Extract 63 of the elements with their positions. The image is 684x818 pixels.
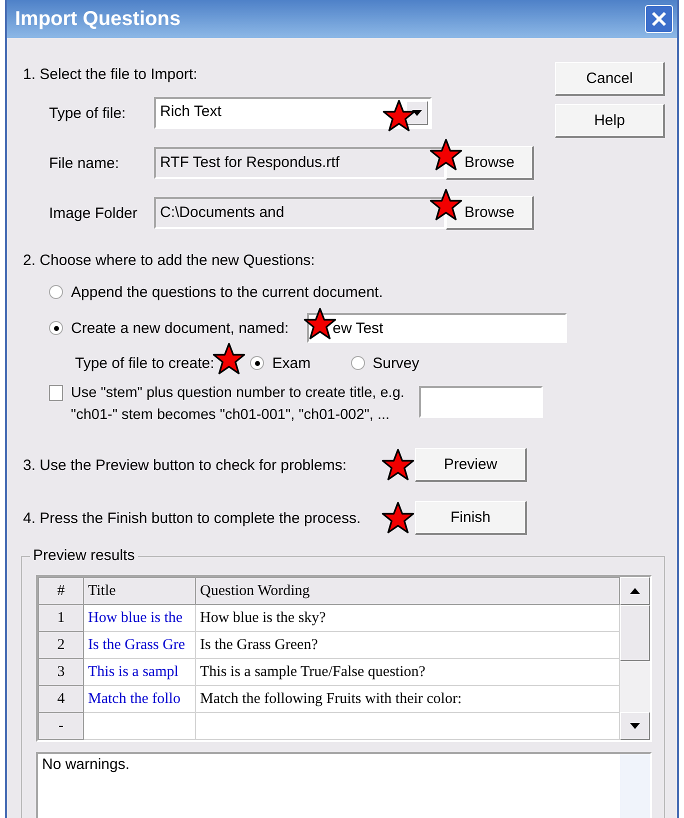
row-number: 2: [38, 632, 84, 658]
field-label: Type of file to create:: [75, 354, 214, 372]
table-cell: Is the Grass Green?: [196, 632, 620, 658]
file-name-field[interactable]: RTF Test for Respondus.rtf: [154, 147, 446, 179]
column-header[interactable]: #: [38, 578, 84, 604]
star-icon: [429, 188, 463, 222]
table-cell: This is a sample True/False question?: [196, 658, 620, 686]
step-heading: 2. Choose where to add the new Questions:: [23, 251, 316, 271]
browse-button[interactable]: Browse: [446, 146, 534, 180]
radio-button[interactable]: [49, 321, 63, 335]
radio-label: Survey: [372, 354, 420, 372]
table-cell: How blue is the sky?: [196, 604, 620, 632]
star-icon: [381, 501, 415, 535]
scroll-up-button[interactable]: [620, 577, 650, 605]
checkbox[interactable]: [49, 385, 63, 401]
scrollbar[interactable]: [620, 754, 650, 818]
dialog-button[interactable]: Cancel: [555, 62, 665, 96]
dialog-button[interactable]: Help: [555, 104, 665, 138]
field-label: Type of file:: [49, 104, 127, 122]
step-instruction: 3. Use the Preview button to check for problems:: [23, 456, 348, 474]
close-icon: [651, 11, 667, 27]
preview-button[interactable]: Preview: [415, 448, 527, 482]
radio-button[interactable]: [250, 356, 264, 370]
step-instruction: 4. Press the Finish button to complete the process.: [23, 510, 362, 526]
radio-label: Create a new document, named:: [71, 320, 289, 336]
checkbox-label: Use "stem" plus question number to create title, e.g. "ch01-" stem becomes "ch01-001", "ch01-002", ...: [70, 384, 405, 425]
star-icon: [381, 448, 415, 482]
dropdown-arrow-icon: [412, 110, 422, 116]
up-arrow-icon: [630, 588, 640, 594]
field-label: File name:: [49, 154, 120, 172]
table-cell: Match the follo: [84, 686, 196, 712]
star-icon: [382, 99, 416, 133]
star-icon: [212, 342, 246, 376]
scroll-thumb[interactable]: [620, 605, 650, 661]
scrollbar[interactable]: [620, 577, 650, 740]
column-header[interactable]: Title: [84, 578, 196, 604]
stem-field[interactable]: [418, 386, 543, 418]
image-folder-field[interactable]: C:\Documents and: [154, 197, 446, 229]
table-cell: Is the Grass Gre: [84, 632, 196, 658]
browse-button[interactable]: Browse: [446, 196, 534, 230]
warnings-text: No warnings.: [41, 755, 131, 775]
table-cell: This is a sampl: [84, 658, 196, 686]
file-type-dropdown[interactable]: Rich Text: [154, 97, 432, 129]
row-number: 4: [38, 686, 84, 712]
step-heading: 1. Select the file to Import:: [23, 65, 198, 85]
table-cell: How blue is the: [84, 604, 196, 632]
table-cell: Match the following Fruits with their color:: [196, 686, 620, 712]
radio-button[interactable]: [49, 285, 63, 299]
radio-label: Append the questions to the current document.: [71, 284, 383, 300]
radio-button[interactable]: [350, 356, 365, 370]
column-header[interactable]: Question Wording: [196, 578, 620, 604]
star-icon: [429, 138, 463, 172]
document-name-field[interactable]: ew Test: [306, 313, 567, 343]
row-number: 3: [38, 658, 84, 686]
close-button[interactable]: [645, 5, 673, 33]
row-number: 1: [38, 604, 84, 632]
window-title: Import Questions: [15, 8, 181, 30]
radio-label: Exam: [272, 354, 311, 372]
finish-button[interactable]: Finish: [415, 501, 527, 535]
scroll-down-button[interactable]: [620, 712, 650, 740]
field-label: Image Folder: [49, 204, 138, 222]
down-arrow-icon: [630, 723, 640, 729]
row-number: -: [38, 712, 84, 740]
